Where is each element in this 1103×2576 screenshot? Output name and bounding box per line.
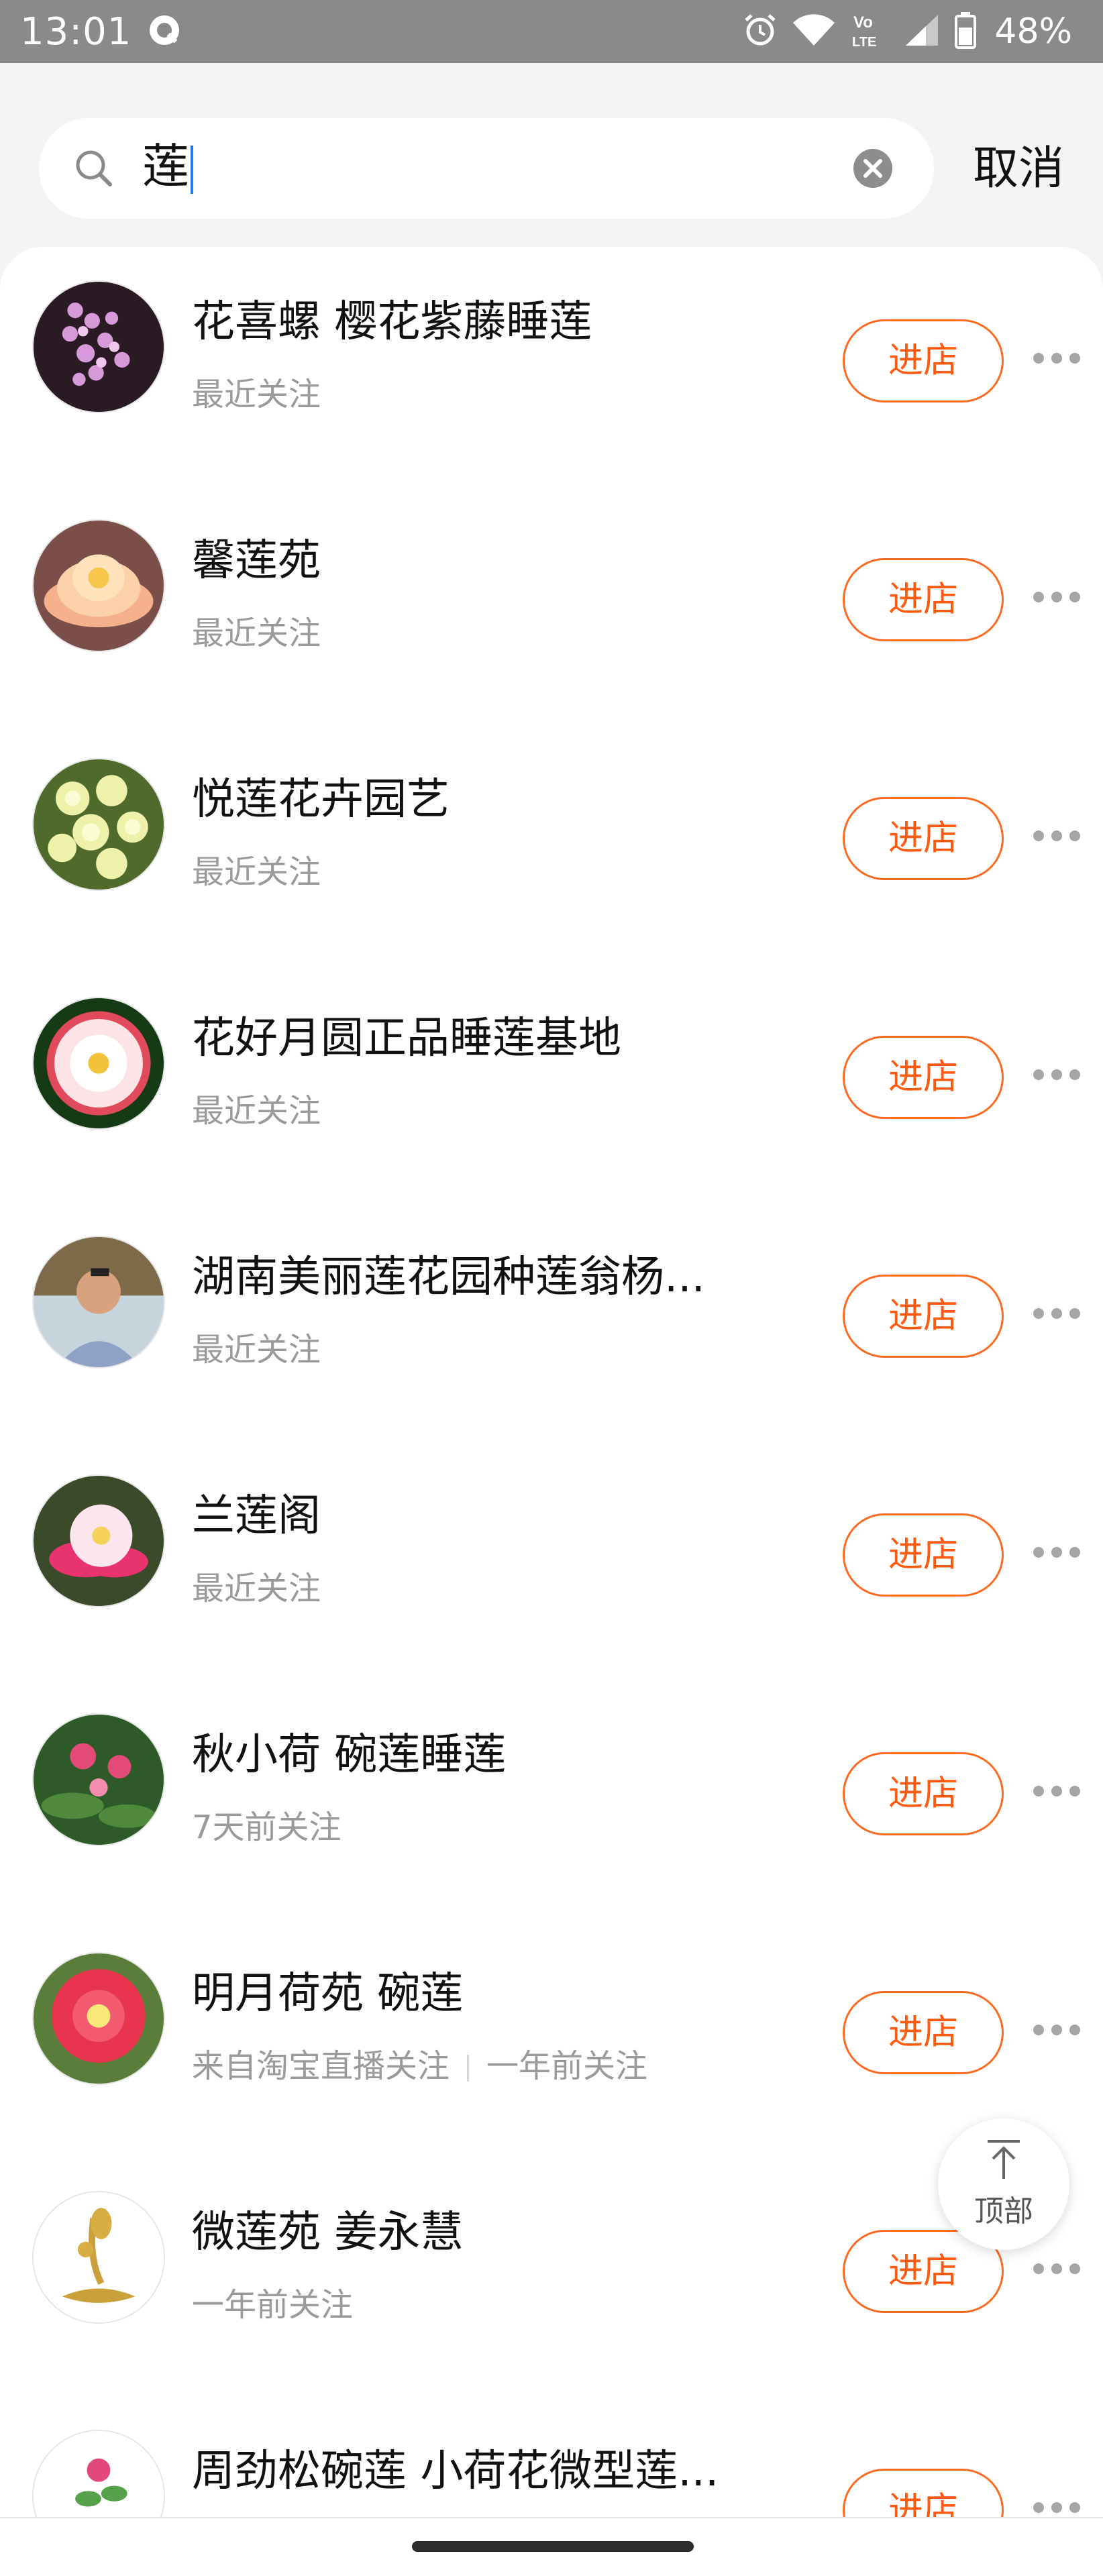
shop-avatar[interactable] xyxy=(32,1713,165,1846)
shop-avatar[interactable] xyxy=(32,2191,165,2324)
shop-row[interactable]: 湖南美丽莲花园种莲翁杨... 最近关注 进店 xyxy=(0,1202,1103,1441)
shop-row[interactable]: 周劲松碗莲 小荷花微型莲... 进店 xyxy=(0,2396,1103,2528)
more-options-icon[interactable] xyxy=(1033,822,1080,849)
shop-name[interactable]: 花好月圆正品睡莲基地 xyxy=(192,1012,742,1065)
enter-shop-button[interactable]: 进店 xyxy=(843,797,1004,880)
follow-status: 最近关注 xyxy=(192,1331,321,1368)
more-options-icon[interactable] xyxy=(1033,2255,1080,2282)
battery-icon xyxy=(954,11,977,52)
follow-info: 7天前关注 xyxy=(192,1807,342,1847)
follow-time: 一年前关注 xyxy=(486,2047,648,2085)
follow-status: 最近关注 xyxy=(192,614,321,652)
follow-info: 最近关注 xyxy=(192,1091,321,1131)
more-options-icon[interactable] xyxy=(1033,1539,1080,1566)
shop-name[interactable]: 花喜螺 樱花紫藤睡莲 xyxy=(192,295,742,349)
follow-info: 最近关注 xyxy=(192,613,321,653)
cancel-button[interactable]: 取消 xyxy=(958,142,1079,196)
follow-status: 一年前关注 xyxy=(192,2286,354,2324)
more-options-icon[interactable] xyxy=(1033,1300,1080,1327)
follow-status: 最近关注 xyxy=(192,853,321,891)
search-header: 莲 取消 xyxy=(0,63,1103,251)
enter-shop-button[interactable]: 进店 xyxy=(843,1513,1004,1597)
more-options-icon[interactable] xyxy=(1033,1778,1080,1805)
follow-status: 7天前关注 xyxy=(192,1809,342,1846)
arrow-up-icon xyxy=(984,2139,1024,2184)
follow-status: 最近关注 xyxy=(192,376,321,413)
follow-info: 最近关注 xyxy=(192,852,321,892)
shop-row[interactable]: 微莲苑 姜永慧 一年前关注 进店 xyxy=(0,2157,1103,2396)
enter-shop-button[interactable]: 进店 xyxy=(843,1991,1004,2074)
shop-avatar[interactable] xyxy=(32,997,165,1130)
shop-name[interactable]: 明月荷苑 碗莲 xyxy=(192,1967,742,2021)
enter-shop-button[interactable]: 进店 xyxy=(843,1275,1004,1358)
shop-avatar[interactable] xyxy=(32,2430,165,2528)
back-to-top-label: 顶部 xyxy=(974,2194,1033,2229)
follow-status: 最近关注 xyxy=(192,1570,321,1607)
enter-shop-button[interactable]: 进店 xyxy=(843,1036,1004,1119)
shop-name[interactable]: 馨莲苑 xyxy=(192,534,742,588)
battery-percent: 48% xyxy=(994,11,1072,52)
search-input-text: 莲 xyxy=(142,139,189,195)
enter-shop-button[interactable]: 进店 xyxy=(843,319,1004,402)
shop-name[interactable]: 秋小荷 碗莲睡莲 xyxy=(192,1728,742,1782)
signal-icon xyxy=(903,12,941,51)
shop-row[interactable]: 花喜螺 樱花紫藤睡莲最近关注 进店 xyxy=(0,247,1103,486)
status-bar: 13:01 Vo LTE 48% xyxy=(0,0,1103,63)
shop-avatar[interactable] xyxy=(32,1474,165,1607)
follow-status: 来自淘宝直播关注 xyxy=(192,2047,450,2085)
svg-text:Vo: Vo xyxy=(853,13,873,32)
follow-info: 一年前关注 xyxy=(192,2285,353,2325)
svg-text:LTE: LTE xyxy=(852,35,876,50)
search-bar[interactable]: 莲 xyxy=(39,118,934,219)
alarm-icon xyxy=(742,12,778,51)
volte-icon: Vo LTE xyxy=(849,10,890,53)
shop-row[interactable]: 花好月圆正品睡莲基地最近关注 进店 xyxy=(0,963,1103,1202)
shop-row[interactable]: 兰莲阁最近关注 进店 xyxy=(0,1441,1103,1680)
text-caret xyxy=(191,145,193,194)
status-time: 13:01 xyxy=(20,9,132,54)
shop-row[interactable]: 馨莲苑最近关注 进店 xyxy=(0,486,1103,724)
status-left: 13:01 xyxy=(20,10,182,54)
follow-status: 最近关注 xyxy=(192,1092,321,1130)
follow-info: 最近关注 xyxy=(192,1330,321,1370)
follow-info: 最近关注 xyxy=(192,374,321,415)
more-options-icon[interactable] xyxy=(1033,584,1080,610)
more-options-icon[interactable] xyxy=(1033,345,1080,372)
q-notification-icon xyxy=(146,12,182,51)
navigation-bar xyxy=(0,2517,1103,2576)
shop-name[interactable]: 兰莲阁 xyxy=(192,1489,742,1543)
more-options-icon[interactable] xyxy=(1033,2017,1080,2043)
status-right: Vo LTE 48% xyxy=(742,10,1072,53)
shop-avatar[interactable] xyxy=(32,1236,165,1368)
search-input[interactable]: 莲 xyxy=(142,143,193,194)
more-options-icon[interactable] xyxy=(1033,1061,1080,1088)
home-gesture-handle[interactable] xyxy=(412,2541,694,2552)
follow-divider xyxy=(467,2055,470,2082)
shop-row[interactable]: 悦莲花卉园艺最近关注 进店 xyxy=(0,724,1103,963)
enter-shop-button[interactable]: 进店 xyxy=(843,558,1004,641)
shop-avatar[interactable] xyxy=(32,280,165,413)
shop-name[interactable]: 微莲苑 姜永慧 xyxy=(192,2206,742,2259)
search-icon xyxy=(74,148,114,189)
enter-shop-button[interactable]: 进店 xyxy=(843,1752,1004,1835)
shop-name[interactable]: 周劲松碗莲 小荷花微型莲... xyxy=(192,2445,742,2498)
shop-avatar[interactable] xyxy=(32,519,165,652)
shop-avatar[interactable] xyxy=(32,1952,165,2085)
shop-row[interactable]: 秋小荷 碗莲睡莲 7天前关注 进店 xyxy=(0,1680,1103,1919)
shop-avatar[interactable] xyxy=(32,758,165,891)
follow-info: 最近关注 xyxy=(192,1568,321,1609)
clear-search-icon[interactable] xyxy=(852,148,894,189)
wifi-icon xyxy=(792,12,836,51)
shop-row[interactable]: 明月荷苑 碗莲来自淘宝直播关注 一年前关注 进店 xyxy=(0,1919,1103,2157)
follow-info: 来自淘宝直播关注 一年前关注 xyxy=(192,2046,647,2086)
shop-name[interactable]: 湖南美丽莲花园种莲翁杨... xyxy=(192,1250,742,1304)
back-to-top-button[interactable]: 顶部 xyxy=(938,2118,1069,2250)
shop-name[interactable]: 悦莲花卉园艺 xyxy=(192,773,742,826)
